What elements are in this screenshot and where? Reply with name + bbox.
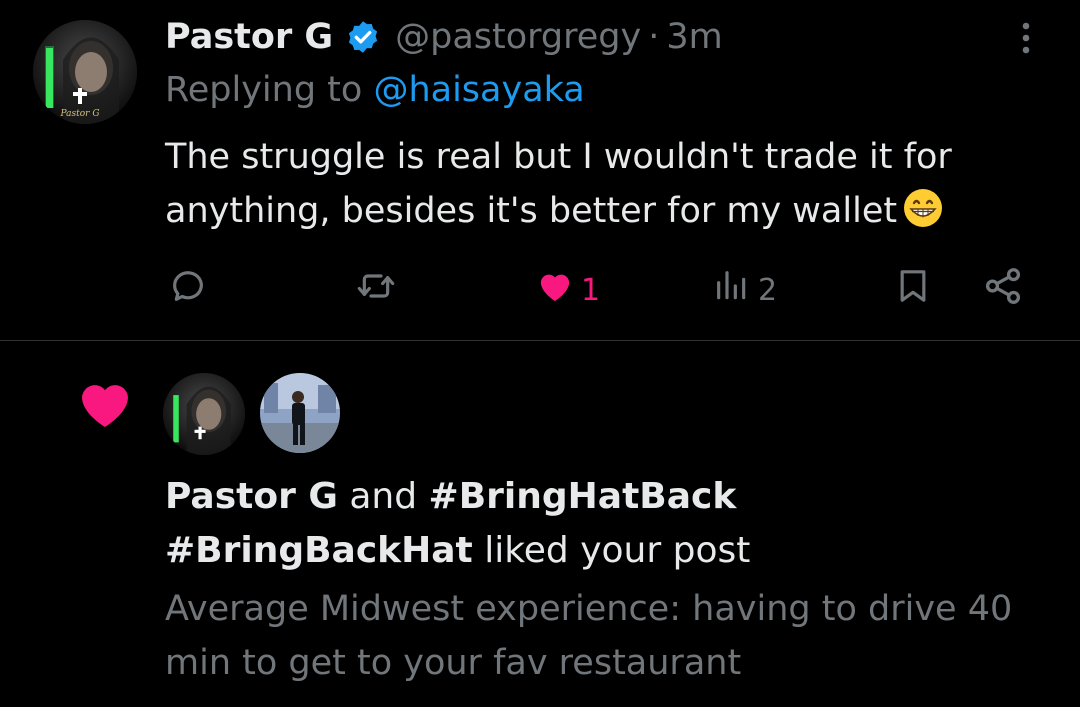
notification-text: Pastor G and #BringHatBack #BringBackHat … [165,470,1045,578]
more-options-icon[interactable] [1010,18,1042,58]
grinning-face-emoji [903,188,943,228]
user-handle[interactable]: @pastorgregy [395,17,641,57]
post-preview[interactable]: Average Midwest experience: having to dr… [165,582,1045,690]
like-button[interactable]: 1 [535,268,600,312]
reply-tweet[interactable]: Pastor G Pastor G @pastorgregy · 3m Repl… [0,0,1080,340]
heart-icon [535,266,575,314]
conjunction: and [337,476,429,517]
display-name[interactable]: Pastor G [165,17,333,57]
notification-action: liked your post [472,530,751,571]
timestamp[interactable]: 3m [666,17,722,57]
avatar-caption: Pastor G [59,109,99,119]
reply-button[interactable] [168,268,214,312]
share-button[interactable] [982,268,1024,312]
avatar[interactable] [163,373,245,455]
views-button[interactable]: 2 [712,268,777,312]
share-icon [982,265,1024,315]
replying-to-label: Replying to [165,70,374,110]
replying-to: Replying to @haisayaka [165,70,585,110]
avatar[interactable] [260,373,340,453]
verified-badge-icon [345,19,381,55]
liker-name-2-cont[interactable]: #BringBackHat [165,530,473,571]
like-count: 1 [581,272,601,308]
tweet-header: Pastor G @pastorgregy · 3m [165,12,723,62]
bookmark-icon [893,266,933,314]
tweet-text: The struggle is real but I wouldn't trad… [165,137,952,231]
avatar[interactable]: Pastor G [33,20,137,124]
replying-to-mention[interactable]: @haisayaka [373,70,584,110]
heart-icon [76,375,134,433]
view-count: 2 [758,272,778,308]
retweet-button[interactable] [355,268,403,312]
liker-name[interactable]: Pastor G [165,476,338,517]
separator-dot: · [648,17,660,57]
reply-icon [168,266,208,314]
bookmark-button[interactable] [893,268,933,312]
retweet-icon [355,266,397,314]
liker-name-2[interactable]: #BringHatBack [429,476,737,517]
bar-chart-icon [712,266,752,314]
tweet-body: The struggle is real but I wouldn't trad… [165,130,1045,238]
